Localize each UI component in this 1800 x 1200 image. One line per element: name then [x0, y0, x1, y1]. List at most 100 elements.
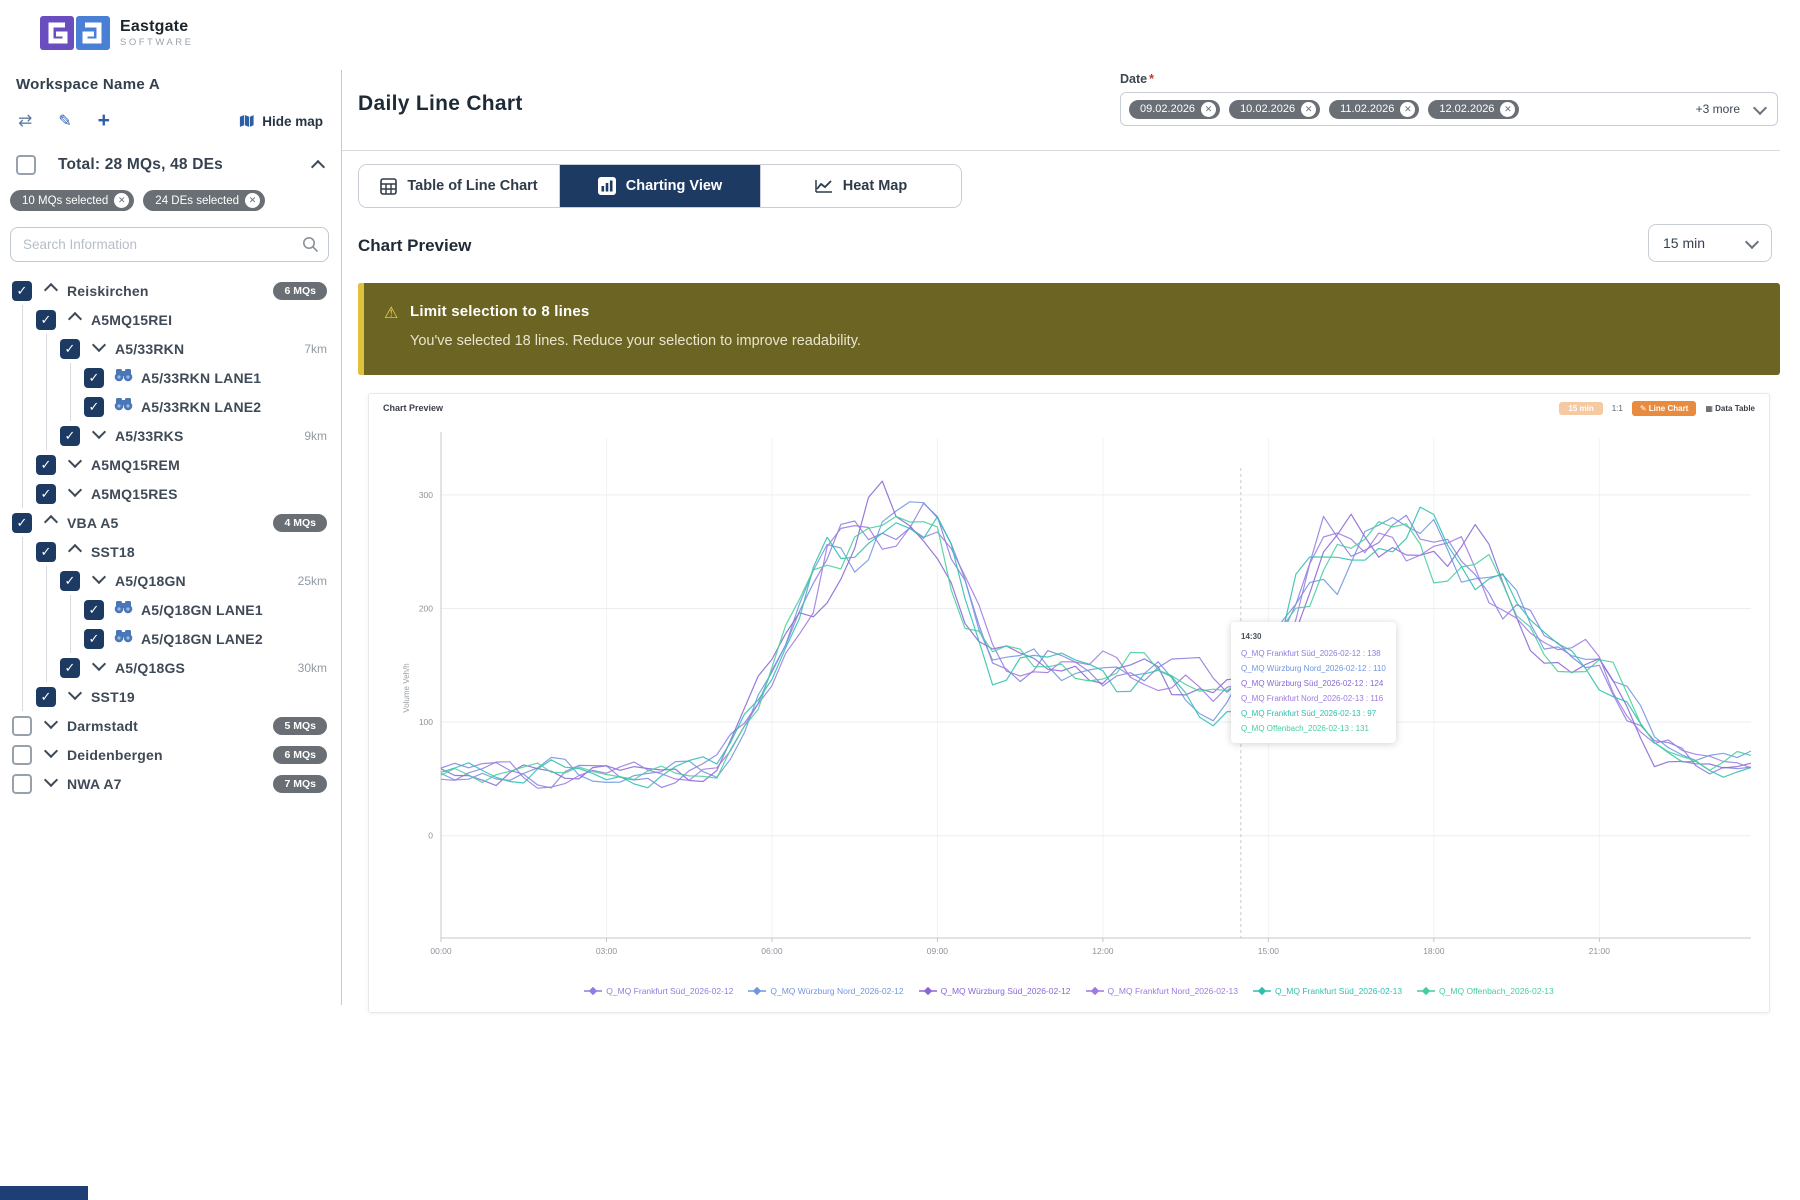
chevron-up-icon[interactable] [42, 281, 60, 300]
tree-item-a5mq15rei[interactable]: ✓A5MQ15REI [0, 305, 341, 334]
required-marker: * [1149, 72, 1154, 86]
selection-chips: 10 MQs selected✕ 24 DEs selected✕ [10, 190, 341, 211]
tree-item-a5-q18gn[interactable]: ✓A5/Q18GN25km [0, 566, 341, 595]
tree-checkbox[interactable]: ✓ [12, 513, 32, 533]
selection-chip[interactable]: 10.02.2026 ✕ [1229, 100, 1320, 119]
tree-checkbox[interactable]: ✓ [60, 339, 80, 359]
data-table-toggle-button[interactable]: ▦ Data Table [1705, 404, 1755, 413]
tree-checkbox[interactable]: ✓ [36, 687, 56, 707]
tree-item-nwa-a7[interactable]: NWA A77 MQs [0, 769, 341, 798]
tree-item-a5-q18gs[interactable]: ✓A5/Q18GS30km [0, 653, 341, 682]
tab-heat-map[interactable]: Heat Map [760, 165, 961, 207]
tree-item-sst18[interactable]: ✓SST18 [0, 537, 341, 566]
tree-checkbox[interactable] [12, 774, 32, 794]
header-divider [342, 150, 1780, 151]
remove-chip-icon[interactable]: ✕ [1301, 102, 1316, 117]
tree-checkbox[interactable]: ✓ [60, 426, 80, 446]
line-chart-toggle-button[interactable]: ✎ Line Chart [1632, 401, 1697, 416]
tree-item-vba-a5[interactable]: ✓VBA A54 MQs [0, 508, 341, 537]
tooltip-row: Q_MQ Offenbach_2026-02-13 : 131 [1241, 721, 1386, 736]
interval-badge[interactable]: 15 min [1559, 402, 1602, 415]
tree-item-a5-33rkn-lane1[interactable]: ✓A5/33RKN LANE1 [0, 363, 341, 392]
remove-chip-icon[interactable]: ✕ [245, 193, 260, 208]
chevron-down-icon[interactable] [42, 746, 60, 764]
total-checkbox[interactable] [16, 155, 36, 175]
tree-checkbox[interactable]: ✓ [60, 571, 80, 591]
selection-chip[interactable]: 09.02.2026✕ [1129, 100, 1220, 119]
tab-charting-view[interactable]: Charting View [559, 165, 760, 207]
tree-guide-line [36, 392, 60, 421]
chevron-up-icon[interactable] [42, 513, 60, 532]
chevron-down-icon[interactable] [66, 688, 84, 706]
svg-text:00:00: 00:00 [430, 946, 452, 956]
main-content: Daily Line Chart Date* 09.02.2026✕10.02.… [342, 0, 1800, 1200]
swap-workspace-icon[interactable]: ⇄ [18, 111, 32, 131]
tree-item-a5-q18gn-lane2[interactable]: ✓A5/Q18GN LANE2 [0, 624, 341, 653]
selection-chip[interactable]: 12.02.2026✕ [1428, 100, 1519, 119]
remove-chip-icon[interactable]: ✕ [114, 193, 129, 208]
tree-checkbox[interactable] [12, 745, 32, 765]
add-icon[interactable]: + [98, 114, 110, 128]
tree-item-label: A5/33RKS [115, 428, 184, 444]
tree-item-a5-q18gn-lane1[interactable]: ✓A5/Q18GN LANE1 [0, 595, 341, 624]
chevron-down-icon[interactable] [42, 717, 60, 735]
chevron-down-icon[interactable] [66, 485, 84, 503]
remove-chip-icon[interactable]: ✕ [1201, 102, 1216, 117]
search-input[interactable] [10, 227, 329, 262]
chevron-down-icon[interactable] [66, 456, 84, 474]
tree-item-a5-33rks[interactable]: ✓A5/33RKS9km [0, 421, 341, 450]
tab-table-of-line-chart[interactable]: Table of Line Chart [359, 165, 559, 207]
tree-item-sst19[interactable]: ✓SST19 [0, 682, 341, 711]
chip-label: 10.02.2026 [1240, 103, 1295, 115]
tree-checkbox[interactable] [12, 716, 32, 736]
selection-chip[interactable]: 24 DEs selected✕ [143, 190, 265, 211]
interval-value: 15 min [1663, 235, 1705, 251]
interval-select[interactable]: 15 min [1648, 224, 1772, 262]
chevron-down-icon[interactable] [1753, 100, 1767, 114]
tree-checkbox[interactable]: ✓ [84, 600, 104, 620]
remove-chip-icon[interactable]: ✕ [1500, 102, 1515, 117]
tree-checkbox[interactable]: ✓ [84, 368, 104, 388]
chevron-down-icon[interactable] [90, 572, 108, 590]
line-chart[interactable]: 00:0003:0006:0009:0012:0015:0018:0021:00… [369, 418, 1769, 978]
collapse-chevron-icon[interactable] [311, 160, 325, 174]
tree-checkbox[interactable]: ✓ [60, 658, 80, 678]
legend-item[interactable]: Q_MQ Würzburg Nord_2026-02-12 [748, 986, 903, 996]
tree-item-a5mq15res[interactable]: ✓A5MQ15RES [0, 479, 341, 508]
chevron-down-icon[interactable] [90, 659, 108, 677]
tree-checkbox[interactable]: ✓ [36, 542, 56, 562]
legend-item[interactable]: Q_MQ Frankfurt Süd_2026-02-13 [1253, 986, 1402, 996]
tree-item-a5mq15rem[interactable]: ✓A5MQ15REM [0, 450, 341, 479]
tree-checkbox[interactable]: ✓ [84, 397, 104, 417]
legend-item[interactable]: Q_MQ Frankfurt Nord_2026-02-13 [1086, 986, 1238, 996]
edit-icon[interactable]: ✎ [58, 111, 71, 131]
date-multiselect[interactable]: 09.02.2026✕10.02.2026✕11.02.2026✕12.02.2… [1120, 92, 1778, 126]
chevron-down-icon[interactable] [90, 427, 108, 445]
tree-checkbox[interactable]: ✓ [36, 484, 56, 504]
tree-checkbox[interactable]: ✓ [84, 629, 104, 649]
hide-map-button[interactable]: Hide map [238, 113, 323, 129]
chevron-up-icon[interactable] [66, 310, 84, 329]
chevron-up-icon[interactable] [66, 542, 84, 561]
legend-item[interactable]: Q_MQ Frankfurt Süd_2026-02-12 [584, 986, 733, 996]
tree-guide-line [12, 653, 36, 682]
tree-checkbox[interactable]: ✓ [12, 281, 32, 301]
logo-mark-icon [40, 16, 110, 50]
page-title: Daily Line Chart [358, 92, 523, 116]
chevron-down-icon[interactable] [90, 340, 108, 358]
tree-item-reiskirchen[interactable]: ✓Reiskirchen6 MQs [0, 276, 341, 305]
legend-item[interactable]: Q_MQ Offenbach_2026-02-13 [1417, 986, 1554, 996]
selection-chip[interactable]: 11.02.2026✕ [1329, 100, 1419, 119]
remove-chip-icon[interactable]: ✕ [1400, 102, 1415, 117]
tree-item-a5-33rkn-lane2[interactable]: ✓A5/33RKN LANE2 [0, 392, 341, 421]
tree-item-deidenbergen[interactable]: Deidenbergen6 MQs [0, 740, 341, 769]
tree-item-darmstadt[interactable]: Darmstadt5 MQs [0, 711, 341, 740]
tree-item-a5-33rkn[interactable]: ✓A5/33RKN7km [0, 334, 341, 363]
legend-item[interactable]: Q_MQ Würzburg Süd_2026-02-12 [919, 986, 1071, 996]
chevron-down-icon[interactable] [42, 775, 60, 793]
selection-chip[interactable]: 10 MQs selected✕ [10, 190, 134, 211]
tree-checkbox[interactable]: ✓ [36, 310, 56, 330]
tree-guide-line [36, 334, 60, 363]
tree-guide-line [12, 595, 36, 624]
tree-checkbox[interactable]: ✓ [36, 455, 56, 475]
